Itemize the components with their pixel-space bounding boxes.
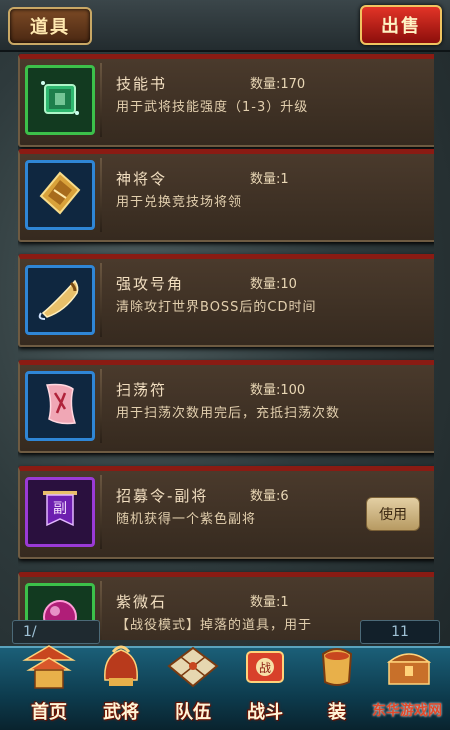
items-tab-button[interactable]: 道具 bbox=[8, 7, 92, 45]
item-divider bbox=[100, 475, 102, 549]
general-helmet-icon bbox=[92, 642, 150, 692]
item-name: 神将令 bbox=[116, 170, 168, 188]
item-quantity: 数量:10 bbox=[250, 277, 297, 292]
general-token-icon bbox=[35, 168, 85, 222]
item-name: 招募令-副将 bbox=[116, 487, 209, 505]
item-description: 清除攻打世界BOSS后的CD时间 bbox=[116, 300, 317, 315]
item-icon-frame: 副 bbox=[25, 477, 95, 547]
item-description: 用于扫荡次数用完后，充抵扫荡次数 bbox=[116, 406, 341, 421]
item-quantity: 数量:6 bbox=[250, 489, 289, 504]
nav-label: 战斗 bbox=[247, 702, 283, 723]
item-name: 紫微石 bbox=[116, 593, 168, 611]
sell-button[interactable]: 出售 bbox=[360, 5, 442, 45]
item-divider bbox=[100, 581, 102, 640]
list-item[interactable]: 扫荡符 数量:100 用于扫荡次数用完后，充抵扫荡次数 bbox=[18, 360, 434, 453]
nav-home[interactable]: 首页 bbox=[12, 645, 86, 730]
item-icon-frame bbox=[25, 65, 95, 135]
war-horn-icon bbox=[35, 273, 85, 327]
recruit-banner-icon: 副 bbox=[35, 485, 85, 539]
item-description: 随机获得一个紫色副将 bbox=[116, 512, 257, 527]
battle-scroll-icon: 战 bbox=[236, 642, 294, 692]
nav-label: 武将 bbox=[103, 702, 139, 723]
list-item[interactable]: 强攻号角 数量:10 清除攻打世界BOSS后的CD时间 bbox=[18, 254, 434, 347]
item-quantity: 数量:100 bbox=[250, 383, 306, 398]
item-quantity: 数量:1 bbox=[250, 595, 289, 610]
nav-equipment[interactable]: 装 bbox=[300, 648, 374, 730]
sweep-talisman-icon bbox=[35, 379, 85, 433]
item-divider bbox=[100, 63, 102, 137]
item-quantity: 数量:170 bbox=[250, 77, 306, 92]
page-count: 11 bbox=[360, 620, 440, 644]
svg-text:副: 副 bbox=[53, 501, 67, 517]
nav-generals[interactable]: 武将 bbox=[84, 645, 158, 730]
nav-battle[interactable]: 战 战斗 bbox=[228, 648, 302, 730]
list-item[interactable]: 神将令 数量:1 用于兑换竞技场将领 bbox=[18, 149, 434, 242]
item-name: 技能书 bbox=[116, 75, 168, 93]
nav-label: 队伍 bbox=[175, 702, 211, 723]
top-bar: 道具 出售 bbox=[0, 0, 450, 52]
skill-book-icon bbox=[35, 73, 85, 127]
list-item[interactable]: 副 招募令-副将 数量:6 随机获得一个紫色副将 使用 bbox=[18, 466, 434, 559]
nav-label: 装 bbox=[328, 702, 346, 723]
home-pagoda-icon bbox=[20, 642, 78, 692]
item-description: 用于兑换竞技场将领 bbox=[116, 195, 243, 210]
team-board-icon bbox=[164, 642, 222, 692]
item-list[interactable]: 技能书 数量:170 用于武将技能强度（1-3）升级 神将令 数量:1 用于兑换… bbox=[18, 50, 434, 640]
item-icon-frame bbox=[25, 265, 95, 335]
item-divider bbox=[100, 263, 102, 337]
nav-label: 首页 bbox=[31, 702, 67, 723]
item-quantity: 数量:1 bbox=[250, 172, 289, 187]
item-description: 用于武将技能强度（1-3）升级 bbox=[116, 100, 309, 115]
item-divider bbox=[100, 158, 102, 232]
list-item[interactable]: 技能书 数量:170 用于武将技能强度（1-3）升级 bbox=[18, 54, 434, 147]
watermark-text: 东华游戏网 bbox=[372, 703, 442, 719]
item-name: 扫荡符 bbox=[116, 381, 168, 399]
page-indicator: 1/ bbox=[12, 620, 100, 644]
item-icon-frame bbox=[25, 160, 95, 230]
treasure-chest-icon bbox=[380, 642, 438, 692]
item-name: 强攻号角 bbox=[116, 275, 185, 293]
equipment-icon bbox=[308, 642, 366, 692]
item-icon-frame bbox=[25, 371, 95, 441]
nav-team[interactable]: 队伍 bbox=[156, 646, 230, 730]
svg-text:战: 战 bbox=[259, 661, 271, 675]
item-divider bbox=[100, 369, 102, 443]
use-button[interactable]: 使用 bbox=[366, 497, 420, 531]
